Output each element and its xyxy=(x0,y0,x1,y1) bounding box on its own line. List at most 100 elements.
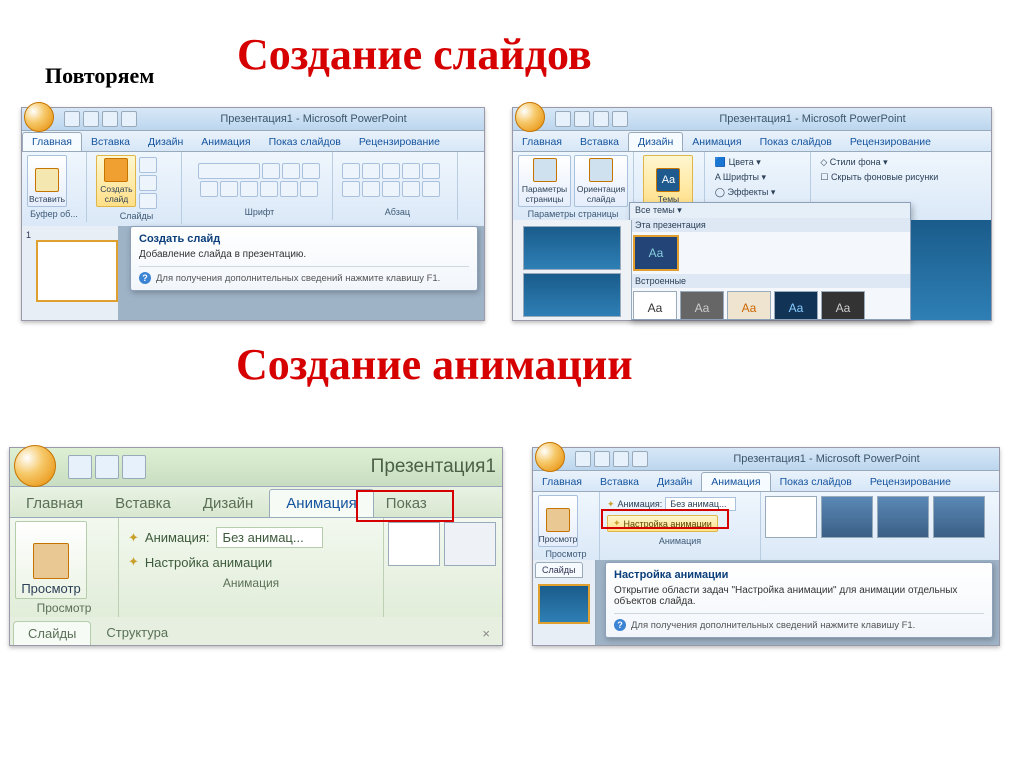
grow-font[interactable] xyxy=(282,163,300,179)
tab-design[interactable]: Дизайн xyxy=(139,133,192,151)
tab-design[interactable]: Дизайн xyxy=(628,132,683,151)
tab-slideshow[interactable]: Показ слайдов xyxy=(751,133,841,151)
tab-animation[interactable]: Анимация xyxy=(192,133,259,151)
tab-design[interactable]: Дизайн xyxy=(648,473,701,491)
tab-insert[interactable]: Вставка xyxy=(571,133,628,151)
slide-thumbnail[interactable] xyxy=(36,240,118,302)
custom-anim-button[interactable]: ✦ Настройка анимации xyxy=(128,554,374,570)
font-select[interactable] xyxy=(198,163,260,179)
slide-thumbnail[interactable] xyxy=(523,273,621,317)
transition-item[interactable] xyxy=(444,522,496,566)
transition-item[interactable] xyxy=(877,496,929,538)
delete-button[interactable] xyxy=(139,193,157,209)
group-slides: Слайды xyxy=(96,211,176,221)
slide-thumbnail[interactable] xyxy=(538,584,590,624)
bullets-button[interactable] xyxy=(342,163,360,179)
screenshot-design-ribbon: Презентация1 - Microsoft PowerPoint Глав… xyxy=(512,107,992,321)
theme-item[interactable]: Aa xyxy=(633,235,679,271)
font-color[interactable] xyxy=(300,181,318,197)
group-font: Шрифт xyxy=(192,207,327,217)
align-right[interactable] xyxy=(382,181,400,197)
colors-button[interactable]: 🟦 Цвета ▾ xyxy=(715,155,805,170)
slide-orientation-button[interactable]: Ориентация слайда xyxy=(574,155,628,207)
tab-slides-panel[interactable]: Слайды xyxy=(13,621,91,645)
indent-dec[interactable] xyxy=(382,163,400,179)
tab-outline-panel[interactable]: Структура xyxy=(91,620,183,645)
tab-insert[interactable]: Вставка xyxy=(99,490,187,517)
tab-home[interactable]: Главная xyxy=(22,132,82,151)
themes-button[interactable]: AaТемы xyxy=(643,155,693,207)
transition-item[interactable] xyxy=(933,496,985,538)
window-title: Презентация1 - Microsoft PowerPoint xyxy=(654,448,999,470)
anim-dropdown[interactable]: Без анимац... xyxy=(216,527,323,548)
office-orb-icon[interactable] xyxy=(14,445,56,487)
align-center[interactable] xyxy=(362,181,380,197)
help-icon: ? xyxy=(614,619,626,631)
tooltip-custom-anim: Настройка анимации Открытие области зада… xyxy=(605,562,993,638)
group-preview: Просмотр xyxy=(15,601,113,615)
tab-slideshow[interactable]: Показ слайдов xyxy=(260,133,350,151)
tab-slides-panel[interactable]: Слайды xyxy=(535,562,583,578)
tab-home[interactable]: Главная xyxy=(10,490,99,517)
fonts-button[interactable]: A Шрифты ▾ xyxy=(715,170,805,185)
theme-item[interactable]: Aa xyxy=(821,291,865,320)
tooltip-help: Для получения дополнительных сведений на… xyxy=(631,620,915,631)
gallery-header-this: Эта презентация xyxy=(630,218,910,232)
italic-button[interactable] xyxy=(220,181,238,197)
group-page-setup: Параметры страницы xyxy=(518,209,628,219)
label-repeat: Повторяем xyxy=(45,63,154,89)
char-spacing[interactable] xyxy=(280,181,298,197)
hide-bg-checkbox[interactable]: ☐ Скрыть фоновые рисунки xyxy=(820,170,980,185)
new-slide-button[interactable]: Создать слайд xyxy=(96,155,136,207)
underline-button[interactable] xyxy=(240,181,258,197)
tab-home[interactable]: Главная xyxy=(533,473,591,491)
preview-button[interactable]: Просмотр xyxy=(538,495,578,547)
layout-button[interactable] xyxy=(139,157,157,173)
bg-styles-button[interactable]: ◇ Стили фона ▾ xyxy=(820,155,980,170)
themes-gallery[interactable]: Все темы ▾ Эта презентация Aa Встроенные… xyxy=(629,202,911,320)
align-left[interactable] xyxy=(342,181,360,197)
paste-button[interactable]: Вставить xyxy=(27,155,67,207)
line-spacing[interactable] xyxy=(422,163,440,179)
font-size[interactable] xyxy=(262,163,280,179)
transition-item[interactable] xyxy=(388,522,440,566)
quick-access-toolbar[interactable] xyxy=(575,451,648,467)
close-panel-icon[interactable]: × xyxy=(470,622,502,645)
tab-insert[interactable]: Вставка xyxy=(591,473,648,491)
theme-item[interactable]: Aa xyxy=(680,291,724,320)
tab-review[interactable]: Рецензирование xyxy=(841,133,940,151)
shrink-font[interactable] xyxy=(302,163,320,179)
tab-design[interactable]: Дизайн xyxy=(187,490,269,517)
office-orb-icon[interactable] xyxy=(515,102,545,132)
numbering-button[interactable] xyxy=(362,163,380,179)
slide-thumbnail[interactable] xyxy=(523,226,621,270)
quick-access-toolbar[interactable] xyxy=(64,111,137,127)
tab-home[interactable]: Главная xyxy=(513,133,571,151)
tab-insert[interactable]: Вставка xyxy=(82,133,139,151)
columns-button[interactable] xyxy=(422,181,440,197)
page-setup-button[interactable]: Параметры страницы xyxy=(518,155,571,207)
theme-item[interactable]: Aa xyxy=(633,291,677,320)
quick-access-toolbar[interactable] xyxy=(68,455,146,479)
transition-item[interactable] xyxy=(765,496,817,538)
effects-button[interactable]: ◯ Эффекты ▾ xyxy=(715,185,805,200)
office-orb-icon[interactable] xyxy=(535,442,565,472)
theme-item[interactable]: Aa xyxy=(727,291,771,320)
preview-button[interactable]: Просмотр xyxy=(15,521,87,599)
tab-animation[interactable]: Анимация xyxy=(683,133,750,151)
transition-item[interactable] xyxy=(821,496,873,538)
tab-review[interactable]: Рецензирование xyxy=(861,473,960,491)
indent-inc[interactable] xyxy=(402,163,420,179)
window-title: Презентация1 xyxy=(152,456,502,478)
tab-review[interactable]: Рецензирование xyxy=(350,133,449,151)
bold-button[interactable] xyxy=(200,181,218,197)
reset-button[interactable] xyxy=(139,175,157,191)
tooltip-body: Открытие области задач "Настройка анимац… xyxy=(614,585,984,607)
align-justify[interactable] xyxy=(402,181,420,197)
tab-animation[interactable]: Анимация xyxy=(701,472,770,491)
tab-slideshow[interactable]: Показ слайдов xyxy=(771,473,861,491)
theme-item[interactable]: Aa xyxy=(774,291,818,320)
office-orb-icon[interactable] xyxy=(24,102,54,132)
quick-access-toolbar[interactable] xyxy=(555,111,628,127)
strike-button[interactable] xyxy=(260,181,278,197)
